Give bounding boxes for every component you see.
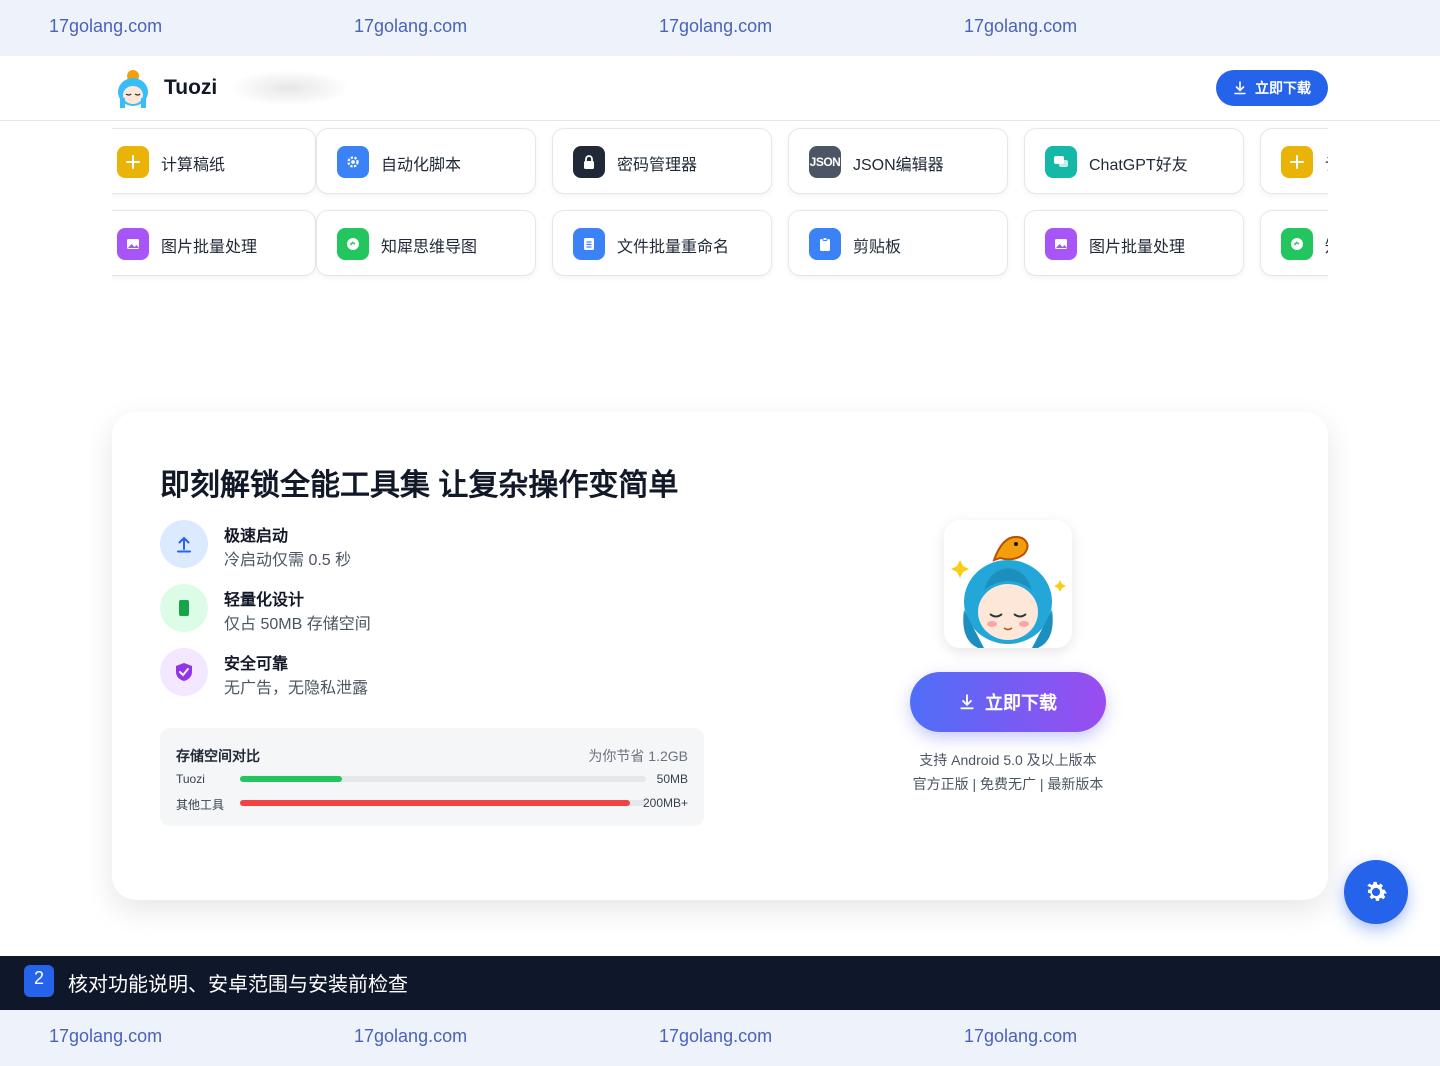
comparison-track xyxy=(240,800,646,806)
comparison-bar-other xyxy=(240,800,630,806)
watermark-text: 17golang.com xyxy=(964,16,1078,36)
tool-card[interactable]: 剪贴板 xyxy=(788,210,1008,276)
download-icon xyxy=(1234,81,1246,95)
tool-label: 知 xyxy=(1325,233,1328,257)
feature-desc: 仅占 50MB 存储空间 xyxy=(224,616,371,633)
json-icon: JSON xyxy=(809,146,841,178)
tool-label: 计 xyxy=(1325,151,1328,175)
header-download-label: 立即下载 xyxy=(1255,80,1311,96)
watermark-text: 17golang.com xyxy=(659,16,773,36)
tool-label: 密码管理器 xyxy=(617,157,698,174)
comparison-row-name: 其他工具 xyxy=(176,798,225,812)
chat-icon xyxy=(1045,146,1077,178)
tool-label: 图片批量处理 xyxy=(161,239,258,256)
feature-desc: 无广告，无隐私泄露 xyxy=(224,680,369,697)
promo-download-button[interactable]: 立即下载 xyxy=(910,672,1106,732)
feature-lightweight: 轻量化设计 仅占 50MB 存储空间 xyxy=(160,584,720,634)
storage-comparison: 存储空间对比 为你节省 1.2GB Tuozi 50MB 其他工具 200MB+ xyxy=(160,728,704,826)
watermark-text: 17golang.com xyxy=(49,1026,163,1046)
upload-arrow-icon xyxy=(160,520,208,568)
feature-desc: 冷启动仅需 0.5 秒 xyxy=(224,552,352,569)
phone-icon xyxy=(160,584,208,632)
image-icon xyxy=(1045,228,1077,260)
brand-name: Tuozi xyxy=(164,76,218,99)
comparison-row-name: Tuozi xyxy=(176,772,205,786)
comparison-bar-tuozi xyxy=(240,776,342,782)
download-icon xyxy=(960,694,974,710)
blurred-tagline xyxy=(228,70,350,106)
tools-carousel: 计算稿纸 自动化脚本 密码管理器 JSON JSON编辑器 ChatGPT好友 计 图片批量… xyxy=(112,121,1328,291)
feature-title: 极速启动 xyxy=(224,528,289,545)
plus-icon xyxy=(117,146,149,178)
tool-card[interactable]: JSON JSON编辑器 xyxy=(788,128,1008,194)
tool-label: 知犀思维导图 xyxy=(381,239,478,256)
watermark-text: 17golang.com xyxy=(49,16,163,36)
tool-card[interactable]: 知 xyxy=(1260,210,1328,276)
lock-icon xyxy=(573,146,605,178)
tool-card[interactable]: 计 xyxy=(1260,128,1328,194)
comparison-row-value: 50MB xyxy=(656,772,688,786)
anime-girl-avatar-icon[interactable] xyxy=(114,68,152,108)
clipboard-icon xyxy=(809,228,841,260)
tool-card[interactable]: 密码管理器 xyxy=(552,128,772,194)
tool-label: 图片批量处理 xyxy=(1089,239,1186,256)
shield-check-icon xyxy=(160,648,208,696)
feature-title: 轻量化设计 xyxy=(224,592,305,609)
tool-label: 自动化脚本 xyxy=(381,157,462,174)
plus-icon xyxy=(1281,146,1313,178)
tool-card[interactable]: 自动化脚本 xyxy=(316,128,536,194)
tool-label: 剪贴板 xyxy=(853,239,902,256)
step-number-badge: 2 xyxy=(24,965,54,997)
tool-card[interactable]: 图片批量处理 xyxy=(1024,210,1244,276)
feature-title: 安全可靠 xyxy=(224,656,289,673)
mindmap-icon xyxy=(1281,228,1313,260)
settings-fab[interactable] xyxy=(1344,860,1408,924)
tool-label: 计算稿纸 xyxy=(161,157,226,174)
mascot-image xyxy=(944,520,1072,648)
watermark-bar-top: 17golang.com 17golang.com 17golang.com 1… xyxy=(0,0,1440,56)
comparison-row-value: 200MB+ xyxy=(642,796,688,810)
header-download-button[interactable]: 立即下载 xyxy=(1216,70,1328,106)
android-support-text: 支持 Android 5.0 及以上版本 xyxy=(919,752,1097,768)
watermark-text: 17golang.com xyxy=(354,1026,468,1046)
tool-label: 文件批量重命名 xyxy=(617,239,730,256)
tool-label: JSON编辑器 xyxy=(853,157,944,174)
caption-text: 核对功能说明、安卓范围与安装前检查 xyxy=(68,974,408,996)
watermark-text: 17golang.com xyxy=(964,1026,1078,1046)
promo-card: 即刻解锁全能工具集 让复杂操作变简单 极速启动 冷启动仅需 0.5 秒 轻量化设… xyxy=(112,412,1328,900)
version-badges: 官方正版 | 免费无广 | 最新版本 xyxy=(912,776,1104,792)
promo-title: 即刻解锁全能工具集 让复杂操作变简单 xyxy=(160,469,679,502)
watermark-text: 17golang.com xyxy=(354,16,468,36)
gear-icon xyxy=(1367,881,1387,901)
feature-secure: 安全可靠 无广告，无隐私泄露 xyxy=(160,648,720,698)
watermark-text: 17golang.com xyxy=(659,1026,773,1046)
tool-card[interactable]: 知犀思维导图 xyxy=(316,210,536,276)
comparison-saving: 为你节省 1.2GB xyxy=(588,748,688,764)
image-icon xyxy=(117,228,149,260)
tool-card[interactable]: ChatGPT好友 xyxy=(1024,128,1244,194)
file-list-icon xyxy=(573,228,605,260)
tool-label: ChatGPT好友 xyxy=(1089,157,1188,174)
mindmap-icon xyxy=(337,228,369,260)
feature-fast-start: 极速启动 冷启动仅需 0.5 秒 xyxy=(160,520,720,570)
comparison-title: 存储空间对比 xyxy=(176,748,260,764)
watermark-bar-bottom: 17golang.com 17golang.com 17golang.com 1… xyxy=(0,1010,1440,1066)
caption-banner: 2 核对功能说明、安卓范围与安装前检查 xyxy=(0,956,1440,1010)
app-header: Tuozi 立即下载 xyxy=(0,56,1440,121)
promo-download-label: 立即下载 xyxy=(985,693,1057,713)
tool-card[interactable]: 文件批量重命名 xyxy=(552,210,772,276)
tool-card[interactable]: 图片批量处理 xyxy=(112,210,316,276)
comparison-track xyxy=(240,776,646,782)
gear-icon xyxy=(337,146,369,178)
tool-card[interactable]: 计算稿纸 xyxy=(112,128,316,194)
